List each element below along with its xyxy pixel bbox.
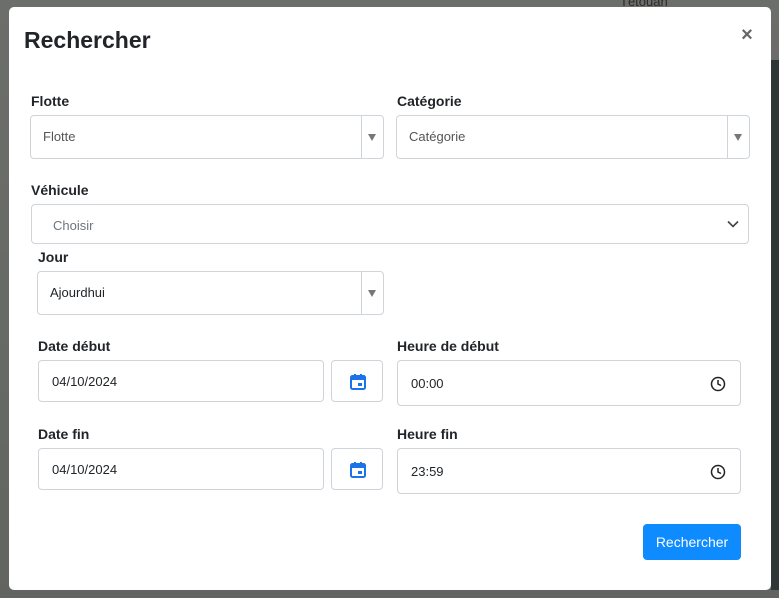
select-separator	[361, 272, 362, 314]
heure-debut-label: Heure de début	[397, 338, 499, 354]
categorie-select-value: Catégorie	[409, 129, 466, 144]
date-debut-calendar-button[interactable]	[331, 360, 383, 402]
jour-select[interactable]: Ajourdhui	[37, 271, 384, 315]
caret-down-icon	[368, 290, 376, 297]
flotte-select[interactable]: Flotte	[30, 115, 384, 159]
rechercher-button[interactable]: Rechercher	[643, 524, 741, 560]
chevron-down-icon	[727, 220, 739, 228]
search-modal: Rechercher × Flotte Flotte Catégorie Cat…	[9, 7, 771, 590]
heure-debut-value: 00:00	[411, 376, 444, 391]
flotte-select-value: Flotte	[43, 129, 76, 144]
calendar-icon	[350, 462, 366, 478]
date-debut-value: 04/10/2024	[52, 374, 118, 389]
vehicule-select[interactable]: Choisir	[31, 204, 749, 244]
vehicule-placeholder: Choisir	[53, 218, 94, 233]
date-fin-input[interactable]: 04/10/2024	[38, 448, 324, 490]
jour-select-value: Ajourdhui	[50, 285, 105, 300]
caret-down-icon	[368, 134, 376, 141]
calendar-icon	[350, 374, 366, 390]
heure-fin-value: 23:59	[411, 464, 444, 479]
clock-icon[interactable]	[710, 464, 726, 480]
select-separator	[727, 116, 728, 158]
vehicule-label: Véhicule	[31, 182, 89, 198]
date-debut-label: Date début	[38, 338, 111, 354]
date-fin-calendar-button[interactable]	[331, 448, 383, 490]
date-fin-label: Date fin	[38, 426, 90, 442]
caret-down-icon	[734, 134, 742, 141]
date-debut-input[interactable]: 04/10/2024	[38, 360, 324, 402]
date-fin-value: 04/10/2024	[52, 462, 118, 477]
heure-fin-label: Heure fin	[397, 426, 458, 442]
categorie-label: Catégorie	[397, 93, 462, 109]
flotte-label: Flotte	[31, 93, 70, 109]
jour-label: Jour	[38, 249, 69, 265]
heure-fin-input[interactable]: 23:59	[397, 448, 741, 494]
categorie-select[interactable]: Catégorie	[396, 115, 750, 159]
select-separator	[361, 116, 362, 158]
close-icon[interactable]: ×	[737, 25, 757, 45]
background-edge	[771, 60, 779, 590]
heure-debut-input[interactable]: 00:00	[397, 360, 741, 406]
clock-icon[interactable]	[710, 376, 726, 392]
modal-title: Rechercher	[24, 27, 151, 53]
